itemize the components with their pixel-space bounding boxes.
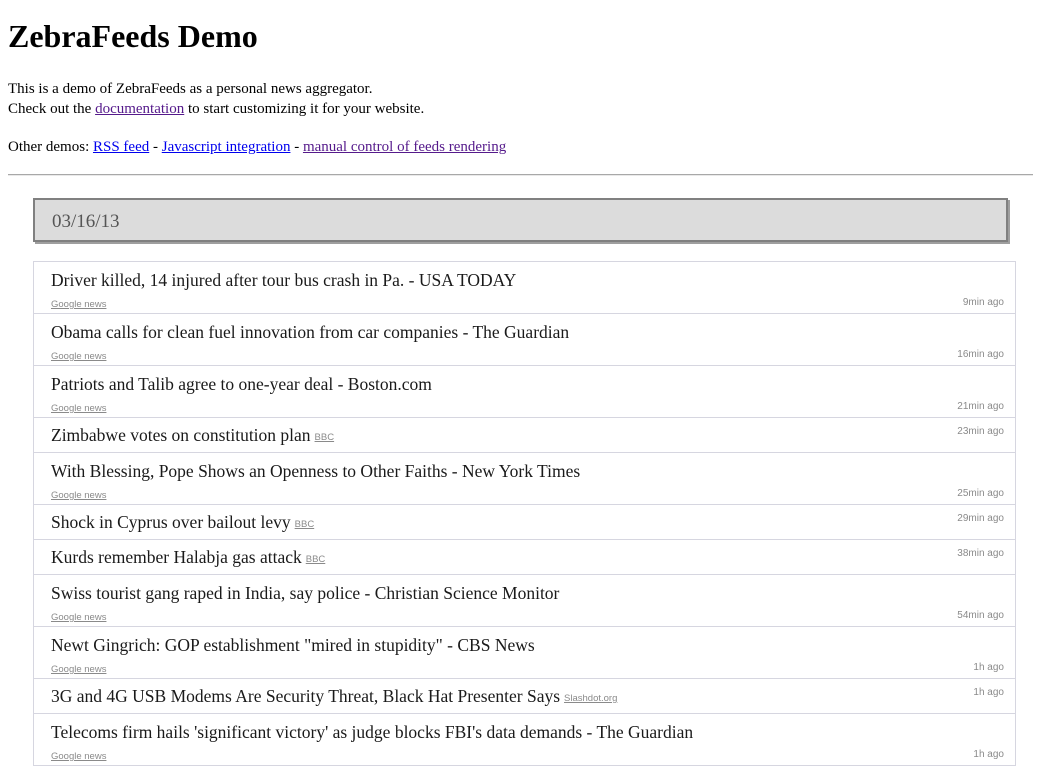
feed-item-source-link[interactable]: BBC [295, 519, 315, 530]
feed-item-title[interactable]: With Blessing, Pope Shows an Openness to… [51, 461, 584, 481]
feed-item-source-row: Google news [51, 294, 1015, 310]
feed-item-source-row: Google news [51, 746, 1015, 762]
feed-item[interactable]: Obama calls for clean fuel innovation fr… [34, 314, 1015, 366]
feed-item-source-link[interactable]: Google news [51, 351, 106, 362]
feed-container: 03/16/13 Driver killed, 14 injured after… [8, 198, 1033, 766]
feed-item-source-link[interactable]: BBC [306, 554, 326, 565]
feed-item-title[interactable]: Zimbabwe votes on constitution plan [51, 425, 315, 445]
other-demos-line: Other demos: RSS feed - Javascript integ… [8, 137, 1033, 157]
intro-line-2: Check out the documentation to start cus… [8, 99, 1033, 119]
section-divider [8, 174, 1033, 176]
feed-item[interactable]: Newt Gingrich: GOP establishment "mired … [34, 627, 1015, 679]
feed-item-source-row: Google news [51, 398, 1015, 414]
feed-item-age: 1h ago [973, 749, 1004, 760]
feed-item-title[interactable]: Obama calls for clean fuel innovation fr… [51, 322, 573, 342]
intro-block: This is a demo of ZebraFeeds as a person… [8, 79, 1033, 157]
documentation-link[interactable]: documentation [95, 101, 184, 117]
feed-item-age: 1h ago [973, 687, 1004, 698]
feed-item-source-row: Google news [51, 346, 1015, 362]
link-separator-1: - [149, 139, 162, 155]
feed-item-age: 38min ago [957, 548, 1004, 559]
feed-item-source-link[interactable]: Google news [51, 403, 106, 414]
feed-item-source-row: Google news [51, 485, 1015, 501]
feed-item-source-link[interactable]: Google news [51, 612, 106, 623]
page-root: ZebraFeeds Demo This is a demo of ZebraF… [0, 0, 1041, 766]
feed-item-title[interactable]: Telecoms firm hails 'significant victory… [51, 722, 697, 742]
intro-line-1: This is a demo of ZebraFeeds as a person… [8, 81, 373, 97]
feed-item-age: 1h ago [973, 662, 1004, 673]
feed-item[interactable]: With Blessing, Pope Shows an Openness to… [34, 453, 1015, 505]
feed-item-age: 23min ago [957, 426, 1004, 437]
intro-spacer [8, 119, 1033, 137]
feed-item-title[interactable]: Patriots and Talib agree to one-year dea… [51, 374, 436, 394]
feed-item[interactable]: Swiss tourist gang raped in India, say p… [34, 575, 1015, 627]
intro-line-2-pre: Check out the [8, 101, 96, 117]
page-title: ZebraFeeds Demo [8, 18, 258, 54]
feed-item-source-link[interactable]: Google news [51, 751, 106, 762]
feed-item-source-row: Google news [51, 607, 1015, 623]
feed-item-source-link[interactable]: BBC [315, 432, 335, 443]
feed-item-age: 54min ago [957, 610, 1004, 621]
link-separator-2: - [290, 139, 303, 155]
feed-item-list: Driver killed, 14 injured after tour bus… [33, 261, 1016, 766]
intro-line-2-post: to start customizing it for your website… [184, 101, 425, 117]
feed-item[interactable]: Patriots and Talib agree to one-year dea… [34, 366, 1015, 418]
feed-item-source-link[interactable]: Google news [51, 299, 106, 310]
feed-item-title[interactable]: 3G and 4G USB Modems Are Security Threat… [51, 686, 564, 706]
feed-item[interactable]: Shock in Cyprus over bailout levy BBC 29mi… [34, 505, 1015, 540]
feed-item-title[interactable]: Newt Gingrich: GOP establishment "mired … [51, 635, 539, 655]
manual-control-link[interactable]: manual control of feeds rendering [303, 139, 506, 155]
feed-item-age: 29min ago [957, 513, 1004, 524]
feed-item-age: 9min ago [962, 297, 1004, 308]
javascript-integration-link[interactable]: Javascript integration [162, 139, 291, 155]
feed-item-source-link[interactable]: Google news [51, 664, 106, 675]
feed-item[interactable]: Driver killed, 14 injured after tour bus… [34, 262, 1015, 314]
feed-item[interactable]: 3G and 4G USB Modems Are Security Threat… [34, 679, 1015, 714]
feed-item[interactable]: Zimbabwe votes on constitution plan BBC 23… [34, 418, 1015, 453]
rss-feed-link[interactable]: RSS feed [93, 139, 149, 155]
feed-item[interactable]: Kurds remember Halabja gas attack BBC 38mi… [34, 540, 1015, 575]
feed-item[interactable]: Telecoms firm hails 'significant victory… [34, 714, 1015, 766]
feed-item-source-link[interactable]: Google news [51, 490, 106, 501]
feed-item-age: 25min ago [957, 488, 1004, 499]
feed-item-title[interactable]: Driver killed, 14 injured after tour bus… [51, 270, 520, 290]
feed-item-age: 16min ago [957, 349, 1004, 360]
feed-item-source-link[interactable]: Slashdot.org [564, 693, 617, 704]
feed-item-age: 21min ago [957, 401, 1004, 412]
feed-item-title[interactable]: Kurds remember Halabja gas attack [51, 547, 306, 567]
other-demos-label: Other demos: [8, 139, 93, 155]
feed-date-header: 03/16/13 [33, 198, 1008, 242]
feed-item-title[interactable]: Shock in Cyprus over bailout levy [51, 512, 295, 532]
feed-item-source-row: Google news [51, 659, 1015, 675]
feed-item-title[interactable]: Swiss tourist gang raped in India, say p… [51, 583, 563, 603]
